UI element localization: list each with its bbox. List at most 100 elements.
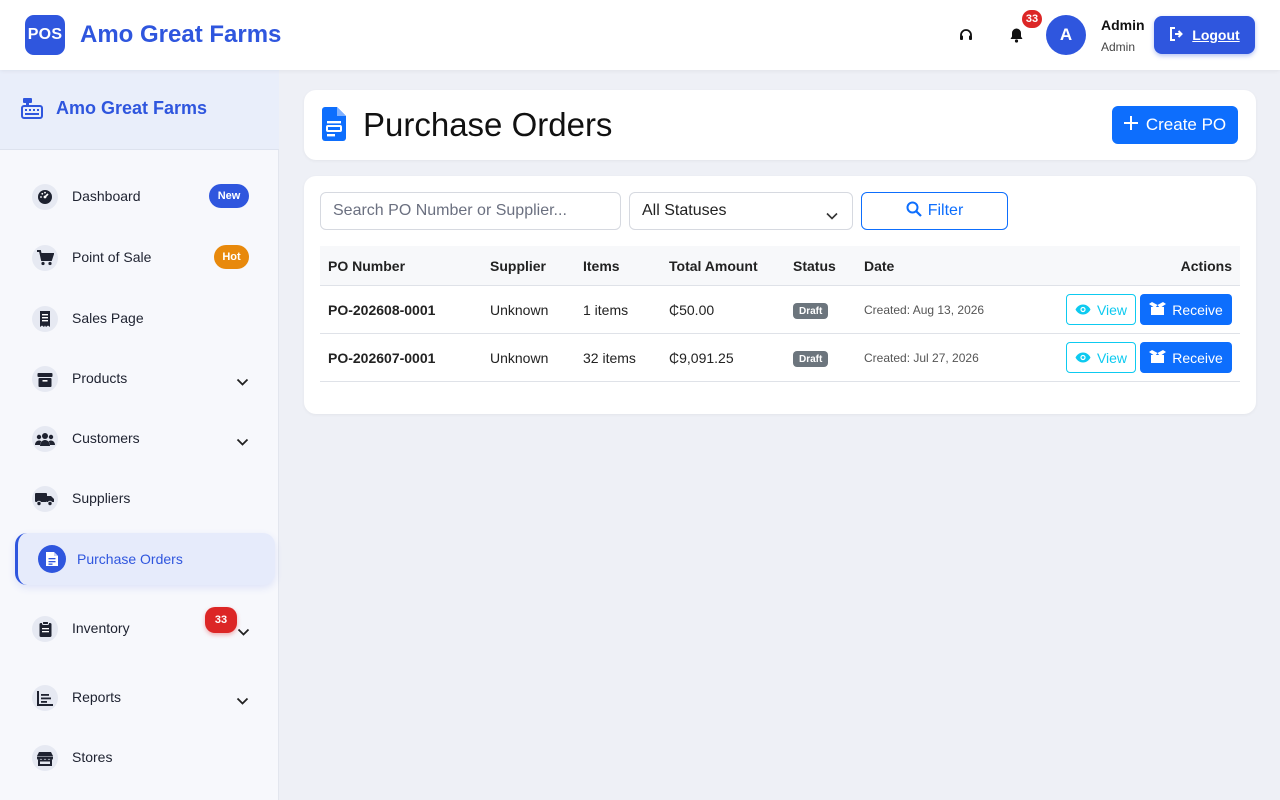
users-icon — [32, 426, 58, 452]
store-icon — [32, 745, 58, 771]
sidebar-item-suppliers[interactable]: Suppliers — [0, 473, 279, 523]
supplier: Unknown — [490, 350, 549, 366]
filter-label: Filter — [927, 202, 964, 219]
filter-button[interactable]: Filter — [861, 192, 1008, 230]
column-header[interactable]: Items — [583, 258, 620, 274]
sidebar-item-label: Stores — [72, 749, 113, 765]
user-name: Admin — [1101, 17, 1145, 33]
column-header: Actions — [1180, 258, 1232, 274]
chevron-down-icon — [826, 207, 838, 225]
status-select[interactable]: All Statuses — [629, 192, 853, 230]
plus-icon — [1123, 115, 1138, 135]
clipboard-icon — [32, 616, 58, 642]
items-count: 1 items — [583, 302, 629, 318]
brand[interactable]: POS Amo Great Farms — [25, 15, 281, 55]
chevron-down-icon[interactable] — [236, 433, 249, 451]
new-badge: New — [209, 184, 249, 208]
total-amount: ₵9,091.25 — [669, 350, 734, 366]
receipt-icon — [32, 306, 58, 332]
column-header[interactable]: Status — [793, 258, 836, 274]
sidebar-item-point-of-sale[interactable]: Point of Sale Hot — [0, 232, 279, 282]
sidebar-item-products[interactable]: Products — [0, 353, 279, 403]
receive-label: Receive — [1172, 301, 1223, 318]
sidebar-item-label: Point of Sale — [72, 249, 152, 265]
column-header[interactable]: Date — [864, 258, 894, 274]
sidebar-brand[interactable]: Amo Great Farms — [0, 70, 279, 150]
table-row[interactable]: PO-202607-0001 Unknown 32 items ₵9,091.2… — [320, 334, 1240, 382]
eye-icon — [1075, 302, 1091, 318]
top-navbar: POS Amo Great Farms 33 A Admin Admin Log… — [0, 0, 1280, 70]
sidebar-item-inventory[interactable]: Inventory 33 — [0, 603, 279, 653]
user-role: Admin — [1101, 40, 1136, 54]
file-invoice-icon — [321, 107, 347, 146]
box-open-icon — [1149, 349, 1167, 366]
sidebar-item-stores[interactable]: Stores — [0, 732, 279, 782]
cart-icon — [32, 245, 58, 271]
purchase-orders-card: All Statuses Filter PO Number Supplier I… — [304, 176, 1256, 414]
cash-register-icon — [20, 97, 44, 124]
status-badge: Draft — [793, 303, 829, 319]
chevron-down-icon[interactable] — [237, 623, 250, 641]
file-invoice-icon — [38, 545, 66, 573]
sidebar-brand-name: Amo Great Farms — [56, 98, 208, 118]
view-label: View — [1096, 349, 1128, 366]
table-header: PO Number Supplier Items Total Amount St… — [320, 246, 1240, 286]
view-button[interactable]: View — [1066, 342, 1136, 373]
pos-logo: POS — [25, 15, 65, 55]
logout-button[interactable]: Logout — [1154, 16, 1255, 54]
logout-label: Logout — [1192, 27, 1240, 43]
chart-icon — [32, 685, 58, 711]
box-open-icon — [1149, 301, 1167, 318]
create-po-button[interactable]: Create PO — [1112, 106, 1238, 144]
sidebar-item-label: Products — [72, 370, 128, 386]
supplier: Unknown — [490, 302, 549, 318]
receive-button[interactable]: Receive — [1140, 342, 1232, 373]
sidebar-item-label: Sales Page — [72, 310, 144, 326]
total-amount: ₵50.00 — [669, 302, 715, 318]
column-header[interactable]: PO Number — [328, 258, 405, 274]
search-input[interactable] — [320, 192, 621, 230]
sidebar-item-label: Reports — [72, 689, 122, 705]
create-po-label: Create PO — [1145, 115, 1227, 134]
created-date: Created: Jul 27, 2026 — [864, 351, 979, 365]
view-label: View — [1096, 301, 1128, 318]
status-badge: Draft — [793, 351, 829, 367]
sidebar-item-sales-page[interactable]: Sales Page — [0, 293, 279, 343]
notification-count-badge: 33 — [1022, 10, 1042, 28]
box-icon — [32, 366, 58, 392]
sidebar-item-dashboard[interactable]: Dashboard New — [0, 171, 279, 221]
sidebar-item-label: Customers — [72, 430, 140, 446]
sidebar-item-label: Purchase Orders — [77, 551, 183, 567]
items-count: 32 items — [583, 350, 636, 366]
headset-icon[interactable] — [956, 25, 976, 45]
sidebar-item-customers[interactable]: Customers — [0, 413, 279, 463]
chevron-down-icon[interactable] — [236, 692, 249, 710]
sign-out-icon — [1169, 26, 1184, 44]
bell-icon[interactable] — [1006, 25, 1026, 45]
table-row[interactable]: PO-202608-0001 Unknown 1 items ₵50.00 Dr… — [320, 286, 1240, 334]
sidebar-item-purchase-orders[interactable]: Purchase Orders — [15, 533, 275, 585]
view-button[interactable]: View — [1066, 294, 1136, 325]
eye-icon — [1075, 350, 1091, 366]
sidebar: Amo Great Farms Dashboard New Point of S… — [0, 70, 279, 800]
sidebar-item-reports[interactable]: Reports — [0, 672, 279, 722]
po-number: PO-202608-0001 — [328, 302, 436, 318]
po-number: PO-202607-0001 — [328, 350, 436, 366]
chevron-down-icon[interactable] — [236, 373, 249, 391]
sidebar-item-label: Suppliers — [72, 490, 131, 506]
avatar[interactable]: A — [1046, 15, 1086, 55]
truck-icon — [32, 486, 58, 512]
search-icon — [906, 201, 922, 222]
receive-label: Receive — [1172, 349, 1223, 366]
sidebar-item-label: Inventory — [72, 620, 130, 636]
page-title: Purchase Orders — [363, 106, 613, 143]
column-header[interactable]: Total Amount — [669, 258, 758, 274]
hot-badge: Hot — [214, 245, 249, 269]
created-date: Created: Aug 13, 2026 — [864, 303, 985, 317]
receive-button[interactable]: Receive — [1140, 294, 1232, 325]
inventory-alert-badge: 33 — [205, 607, 237, 633]
column-header[interactable]: Supplier — [490, 258, 546, 274]
gauge-icon — [32, 184, 58, 210]
status-select-value: All Statuses — [642, 202, 727, 219]
app-name: Amo Great Farms — [80, 21, 282, 48]
